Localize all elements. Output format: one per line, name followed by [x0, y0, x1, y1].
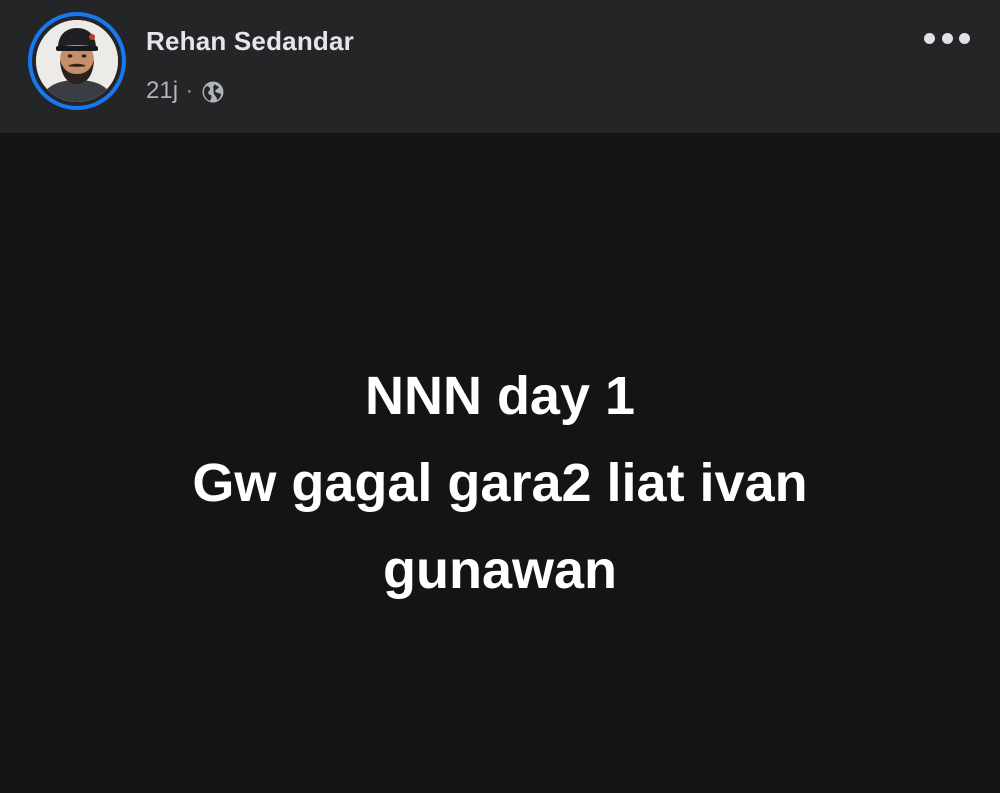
post-text-line: gunawan [382, 540, 617, 600]
post-text-line: NNN day 1 [364, 366, 636, 426]
meta-separator: · [186, 80, 193, 102]
avatar-photo [36, 20, 118, 102]
post-card: Rehan Sedandar 21j · NNN day 1 Gw gagal … [0, 0, 1000, 793]
person-photo-icon [36, 20, 118, 102]
post-header: Rehan Sedandar 21j · [0, 0, 1000, 133]
post-timestamp[interactable]: 21j [146, 76, 178, 106]
author-name[interactable]: Rehan Sedandar [146, 26, 354, 57]
more-options-button[interactable] [924, 26, 970, 50]
post-content: NNN day 1 Gw gagal gara2 liat ivan gunaw… [0, 133, 1000, 793]
avatar[interactable] [28, 12, 126, 110]
more-horizontal-icon [924, 32, 935, 44]
post-text: NNN day 1 Gw gagal gara2 liat ivan gunaw… [0, 353, 1000, 614]
post-meta: 21j · [146, 76, 225, 106]
globe-icon[interactable] [201, 80, 225, 104]
post-text-line: Gw gagal gara2 liat ivan [192, 453, 808, 513]
